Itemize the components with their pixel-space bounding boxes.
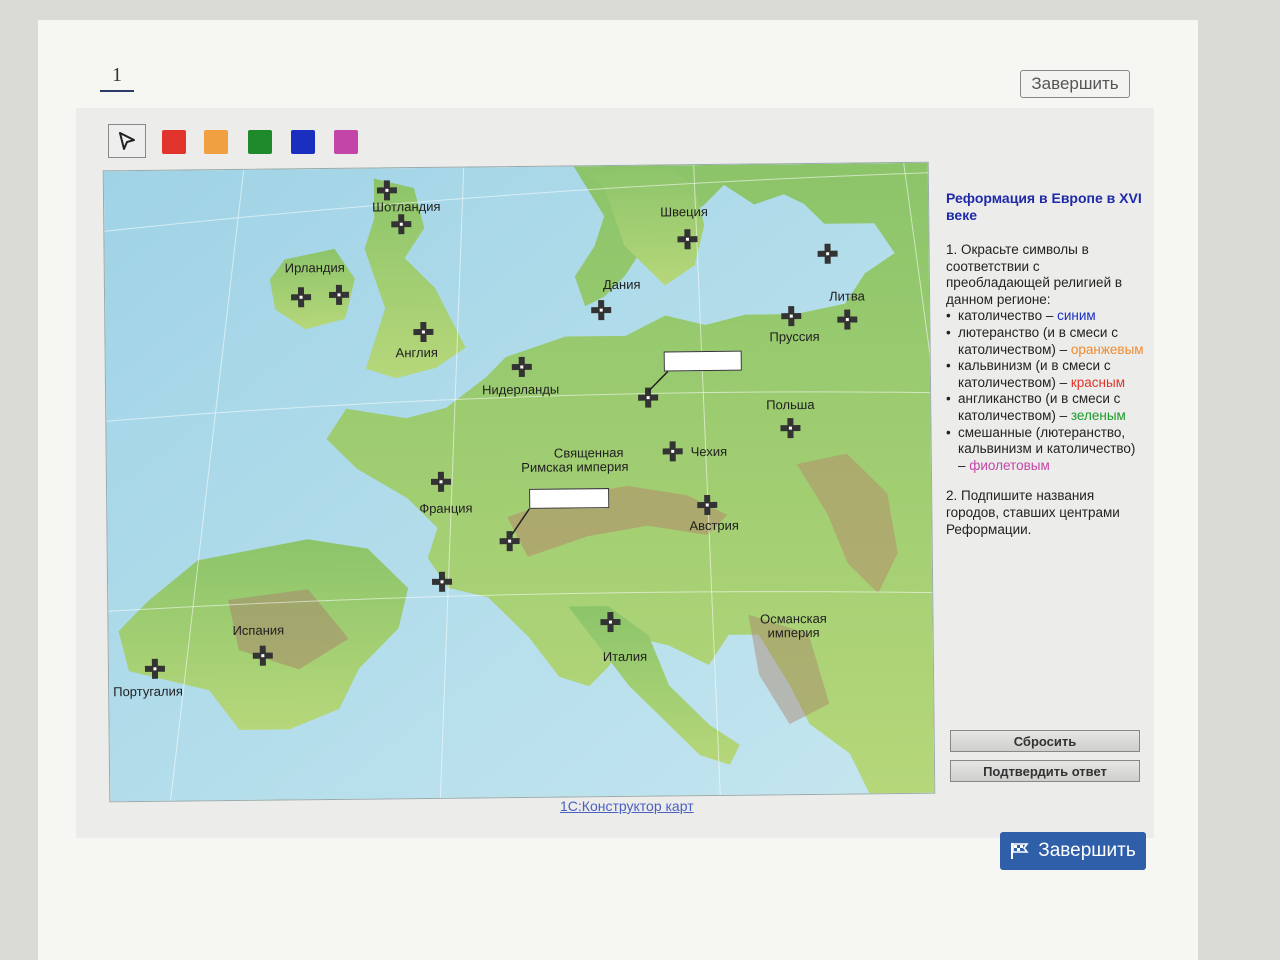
map-symbol-lithuania[interactable] <box>817 243 839 265</box>
label-austria: Австрия <box>689 517 739 534</box>
question-tab-1[interactable]: 1 <box>100 64 134 92</box>
label-ireland: Ирландия <box>284 259 345 276</box>
map-symbol-switzerland[interactable] <box>499 530 521 552</box>
color-swatch-green[interactable] <box>248 130 272 154</box>
label-holy-roman-empire-2: Римская империя <box>521 458 629 475</box>
label-italy: Италия <box>602 648 648 665</box>
legend-color-word: зеленым <box>1070 407 1126 423</box>
finish-button[interactable]: Завершить <box>1000 832 1146 870</box>
map-background <box>103 162 936 803</box>
map-symbol-scotland-1[interactable] <box>376 179 398 201</box>
city-answer-field-2[interactable] <box>529 488 610 509</box>
map-symbol-italy[interactable] <box>599 611 621 633</box>
label-lithuania: Литва <box>828 288 865 304</box>
label-portugal: Португалия <box>113 683 183 700</box>
color-swatch-blue[interactable] <box>291 130 315 154</box>
legend-color-word: фиолетовым <box>969 457 1050 473</box>
label-sweden: Швеция <box>660 204 708 220</box>
map-symbol-prussia-2[interactable] <box>836 308 858 330</box>
map-symbol-ireland-1[interactable] <box>290 286 312 308</box>
label-england: Англия <box>395 344 438 361</box>
legend-text: католичество – <box>958 308 1058 324</box>
label-ottoman-2: империя <box>767 624 820 641</box>
map-symbol-france[interactable] <box>430 471 452 493</box>
map-symbol-sweden[interactable] <box>676 228 698 250</box>
color-swatch-orange[interactable] <box>204 130 228 154</box>
legend-color-word: красным <box>1070 374 1125 390</box>
map-symbol-scotland-2[interactable] <box>390 213 412 235</box>
reset-button[interactable]: Сбросить <box>950 730 1140 752</box>
label-prussia: Пруссия <box>769 328 820 345</box>
map-symbol-czech[interactable] <box>662 440 684 462</box>
map-symbol-ireland-2[interactable] <box>328 284 350 306</box>
task2-text: 2. Подпишите названия городов, ставших ц… <box>946 488 1120 537</box>
label-czech: Чехия <box>690 443 728 460</box>
map-symbol-england[interactable] <box>412 321 434 343</box>
legend-item-anglican: англиканство (и в смеси с католичеством)… <box>946 391 1146 424</box>
legend-color-word: синим <box>1057 308 1096 324</box>
task-sidebar: Реформация в Европе в XVI веке 1. Окрась… <box>946 190 1146 538</box>
confirm-answer-button[interactable]: Подтвердить ответ <box>950 760 1140 782</box>
map-symbol-austria[interactable] <box>696 494 718 516</box>
map-constructor-link[interactable]: 1С:Конструктор карт <box>560 798 694 814</box>
legend-color-word: оранжевым <box>1070 341 1144 357</box>
legend-item-mixed: смешанные (лютеранство, кальвинизм и кат… <box>946 425 1146 475</box>
map-symbol-netherlands[interactable] <box>511 356 533 378</box>
flag-icon <box>1011 843 1029 859</box>
sidebar-title: Реформация в Европе в XVI веке <box>946 190 1142 223</box>
label-france: Франция <box>419 500 473 517</box>
map-symbol-denmark[interactable] <box>590 299 612 321</box>
map-symbol-prussia[interactable] <box>780 305 802 327</box>
finish-button-label: Завершить <box>1038 840 1136 861</box>
color-swatch-purple[interactable] <box>334 130 358 154</box>
label-spain: Испания <box>232 622 285 639</box>
legend-item-catholic: католичество – синим <box>946 308 1146 325</box>
finish-button-top[interactable]: Завершить <box>1020 70 1130 98</box>
legend-item-lutheran: лютеранство (и в смеси с католичеством) … <box>946 325 1146 358</box>
task1-intro: 1. Окрасьте символы в соответствии с пре… <box>946 242 1123 307</box>
map-symbol-south-france[interactable] <box>431 571 453 593</box>
label-netherlands: Нидерланды <box>481 381 560 398</box>
map-symbol-germany[interactable] <box>637 387 659 409</box>
legend-item-calvinist: кальвинизм (и в смеси с католичеством) –… <box>946 358 1146 391</box>
europe-map: Шотландия Швеция Ирландия Дания Литва Пр… <box>102 161 936 803</box>
cursor-arrow-icon <box>119 132 135 150</box>
city-answer-field-1[interactable] <box>663 350 742 372</box>
label-poland: Польша <box>766 396 815 413</box>
legend-list: католичество – синим лютеранство (и в см… <box>946 308 1146 474</box>
map-symbol-poland[interactable] <box>779 417 801 439</box>
label-denmark: Дания <box>602 276 641 293</box>
label-scotland: Шотландия <box>372 198 441 215</box>
color-swatch-red[interactable] <box>162 130 186 154</box>
map-symbol-spain[interactable] <box>252 645 274 667</box>
pointer-tool[interactable] <box>108 124 146 158</box>
map-symbol-portugal[interactable] <box>144 658 166 680</box>
